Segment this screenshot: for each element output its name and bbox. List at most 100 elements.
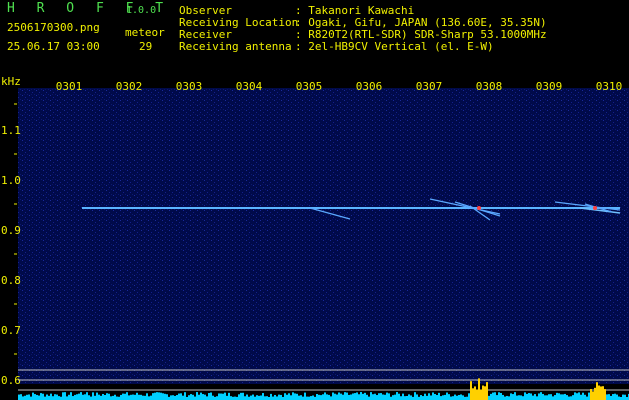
strength-bar — [528, 393, 530, 400]
strength-bar — [334, 393, 336, 400]
strength-bar — [280, 394, 282, 400]
strength-bar — [596, 382, 598, 400]
strength-bar — [376, 395, 378, 400]
strength-bar — [490, 393, 492, 400]
strength-bar — [404, 396, 406, 400]
strength-bar — [374, 393, 376, 400]
strength-bar — [522, 396, 524, 400]
strength-bar — [450, 396, 452, 400]
strength-bar — [164, 393, 166, 400]
y-tick-label: 0.6 — [1, 374, 21, 387]
info-value-antenna: : 2el-HB9CV Vertical (el. E-W) — [295, 40, 494, 53]
meteor-count-label: meteor — [125, 26, 165, 39]
strength-bar — [210, 392, 212, 400]
strength-bar — [548, 394, 550, 400]
strength-bar — [76, 394, 78, 400]
strength-bar — [506, 395, 508, 400]
strength-bar — [380, 393, 382, 400]
strength-bar — [562, 394, 564, 400]
strength-bar — [616, 394, 618, 400]
strength-bar — [234, 396, 236, 400]
strength-bar — [238, 394, 240, 400]
strength-bar — [98, 394, 100, 400]
strength-bar — [342, 394, 344, 400]
strength-bar — [312, 395, 314, 400]
strength-bar — [244, 396, 246, 400]
strength-bar — [394, 394, 396, 400]
strength-bar — [444, 394, 446, 400]
strength-bar — [554, 395, 556, 400]
strength-bar — [370, 392, 372, 400]
strength-bar — [326, 394, 328, 400]
strength-bar — [100, 395, 102, 400]
y-axis-labels: 1.1 1.0 0.9 0.8 0.7 0.6 — [1, 124, 21, 387]
strength-bar — [590, 389, 592, 400]
strength-bar — [156, 392, 158, 400]
strength-bar — [22, 396, 24, 400]
strength-bar — [366, 394, 368, 400]
strength-bar — [54, 394, 56, 400]
strength-bar — [578, 392, 580, 400]
strength-bar — [194, 396, 196, 400]
strength-bar — [350, 394, 352, 400]
strength-bar — [226, 395, 228, 400]
strength-bar — [292, 392, 294, 400]
strength-bar — [362, 393, 364, 400]
strength-bar — [560, 394, 562, 400]
strength-bar — [274, 394, 276, 400]
strength-bar — [546, 395, 548, 400]
strength-bar — [532, 395, 534, 400]
strength-bar — [220, 393, 222, 400]
strength-bar — [564, 393, 566, 400]
strength-bar — [264, 396, 266, 400]
strength-bar — [454, 394, 456, 400]
strength-bar — [152, 393, 154, 400]
strength-bar — [430, 395, 432, 400]
strength-bar — [142, 395, 144, 400]
strength-bar — [62, 392, 64, 400]
strength-bar — [162, 393, 164, 400]
strength-bar — [200, 392, 202, 400]
strength-bar — [544, 395, 546, 400]
strength-bar — [32, 392, 34, 400]
strength-bar — [402, 393, 404, 400]
y-tick-label: 0.7 — [1, 324, 21, 337]
strength-bar — [520, 395, 522, 400]
strength-bar — [266, 396, 268, 400]
strength-bar — [128, 395, 130, 400]
strength-bar — [568, 396, 570, 400]
strength-bar — [426, 395, 428, 400]
strength-bar — [406, 395, 408, 400]
strength-bar — [270, 393, 272, 400]
strength-bar — [410, 395, 412, 400]
strength-bar — [582, 392, 584, 400]
strength-bar — [188, 395, 190, 400]
strength-bar — [304, 392, 306, 400]
strength-bar — [400, 396, 402, 400]
strength-bar — [398, 393, 400, 400]
y-tick-label: 1.1 — [1, 124, 21, 137]
strength-bar — [180, 393, 182, 400]
strength-bar — [258, 395, 260, 400]
info-key-antenna: Receiving antenna — [179, 40, 292, 53]
strength-bar — [132, 394, 134, 400]
strength-bar — [442, 395, 444, 400]
strength-bar — [496, 395, 498, 400]
strength-bar — [330, 396, 332, 400]
strength-bar — [438, 392, 440, 400]
strength-bar — [18, 394, 20, 400]
strength-bar — [80, 392, 82, 400]
strength-bar — [458, 394, 460, 400]
meteor-count-value: 29 — [139, 40, 153, 53]
strength-bar — [598, 385, 600, 400]
strength-bar — [446, 392, 448, 400]
x-tick-label: 0307 — [416, 80, 443, 93]
strength-bar — [68, 394, 70, 400]
strength-bar — [302, 396, 304, 400]
strength-bar — [456, 395, 458, 400]
y-tick-label: 1.0 — [1, 174, 21, 187]
strength-bar — [480, 389, 482, 400]
waterfall-area — [18, 88, 629, 384]
strength-bar — [166, 394, 168, 400]
strength-bar — [44, 396, 46, 400]
